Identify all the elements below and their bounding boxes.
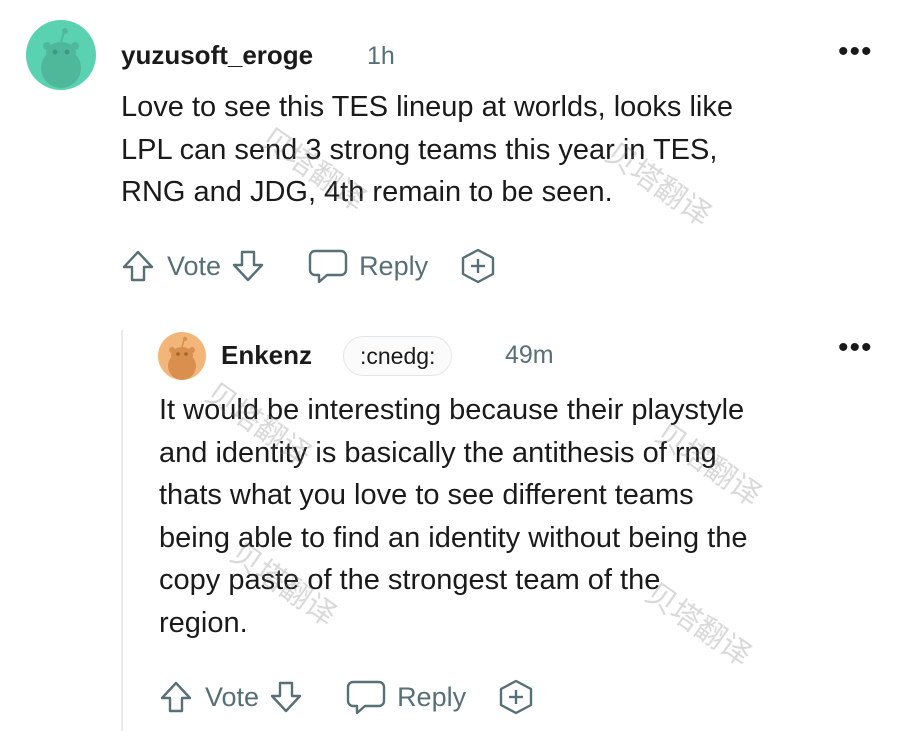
more-options-button[interactable]: ••• [838, 37, 873, 67]
reply-label: Reply [397, 681, 467, 712]
user-flair: :cnedg: [343, 336, 453, 376]
reply-button[interactable]: Reply [307, 246, 428, 286]
vote-label: Vote [167, 250, 222, 281]
reply-body: It would be interesting because their pl… [159, 389, 899, 644]
reply-icon [346, 680, 386, 715]
comment-actions: Vote Reply [119, 244, 498, 288]
reply-line: thats what you love to see different tea… [159, 479, 694, 511]
award-button[interactable] [496, 677, 536, 717]
comment-line: Love to see this TES lineup at worlds, l… [121, 91, 734, 123]
reply-line: and identity is basically the antithesis… [159, 436, 717, 469]
downvote-button[interactable] [267, 678, 305, 716]
award-icon [461, 248, 495, 284]
upvote-button[interactable] [119, 247, 157, 285]
username[interactable]: yuzusoft_eroge [121, 40, 313, 71]
avatar[interactable] [158, 332, 206, 380]
more-icon: ••• [838, 35, 873, 68]
vote-label: Vote [205, 681, 260, 712]
comment-body: Love to see this TES lineup at worlds, l… [121, 86, 881, 214]
comment-thread: yuzusoft_eroge 1h ••• Love to see this T… [0, 0, 911, 731]
upvote-icon [122, 250, 154, 282]
thread-line[interactable] [121, 330, 123, 731]
downvote-icon [270, 681, 302, 713]
reply-actions: Vote Reply [157, 675, 536, 719]
reply-line: region. [159, 606, 248, 639]
avatar[interactable] [26, 20, 96, 90]
upvote-button[interactable] [157, 678, 195, 716]
upvote-icon [160, 681, 192, 713]
award-button[interactable] [458, 246, 498, 286]
downvote-icon [232, 250, 264, 282]
reply-line: It would be interesting because their pl… [159, 394, 745, 426]
downvote-button[interactable] [229, 247, 267, 285]
more-options-button[interactable]: ••• [838, 333, 873, 363]
comment-line: RNG and JDG, 4th remain to be seen. [121, 176, 613, 208]
more-icon: ••• [838, 331, 873, 364]
reply-button[interactable]: Reply [345, 677, 466, 717]
comment-line: LPL can send 3 strong teams this year in… [121, 133, 718, 166]
reply-icon [308, 249, 348, 284]
reply-label: Reply [359, 250, 429, 281]
award-icon [499, 679, 533, 715]
snoo-avatar-icon [26, 20, 96, 90]
timestamp: 1h [367, 42, 395, 70]
timestamp: 49m [505, 341, 554, 369]
username[interactable]: Enkenz [221, 340, 312, 371]
reply-line: being able to find an identity without b… [159, 521, 748, 554]
reply-line: copy paste of the strongest team of the [159, 564, 661, 596]
snoo-avatar-icon [158, 332, 206, 380]
